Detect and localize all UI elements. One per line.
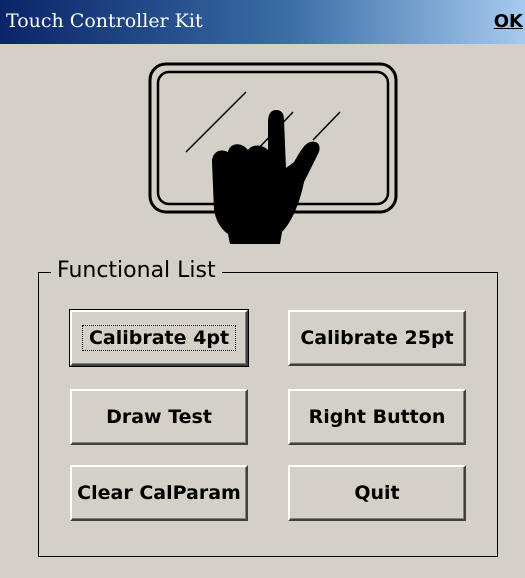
ok-button[interactable]: OK bbox=[489, 6, 525, 36]
calibrate-25pt-button[interactable]: Calibrate 25pt bbox=[288, 310, 466, 366]
touch-hand-icon bbox=[148, 62, 398, 244]
touch-controller-window: Touch Controller Kit OK Functional List … bbox=[0, 0, 525, 578]
calibrate-4pt-label: Calibrate 4pt bbox=[81, 325, 237, 351]
draw-test-button[interactable]: Draw Test bbox=[70, 389, 248, 445]
calibrate-4pt-button[interactable]: Calibrate 4pt bbox=[69, 309, 249, 367]
quit-button[interactable]: Quit bbox=[288, 465, 466, 521]
window-title: Touch Controller Kit bbox=[6, 10, 203, 32]
calibrate-25pt-label: Calibrate 25pt bbox=[300, 327, 454, 349]
right-button-label: Right Button bbox=[308, 406, 446, 428]
functional-list-group: Functional List Calibrate 4pt Calibrate … bbox=[38, 258, 498, 557]
draw-test-label: Draw Test bbox=[106, 406, 212, 428]
quit-label: Quit bbox=[354, 482, 400, 504]
right-button-button[interactable]: Right Button bbox=[288, 389, 466, 445]
functional-list-label: Functional List bbox=[51, 258, 222, 283]
touch-panel-illustration bbox=[148, 62, 410, 248]
clear-calparam-button[interactable]: Clear CalParam bbox=[70, 465, 248, 521]
clear-calparam-label: Clear CalParam bbox=[77, 482, 241, 504]
title-bar: Touch Controller Kit OK bbox=[0, 0, 525, 44]
